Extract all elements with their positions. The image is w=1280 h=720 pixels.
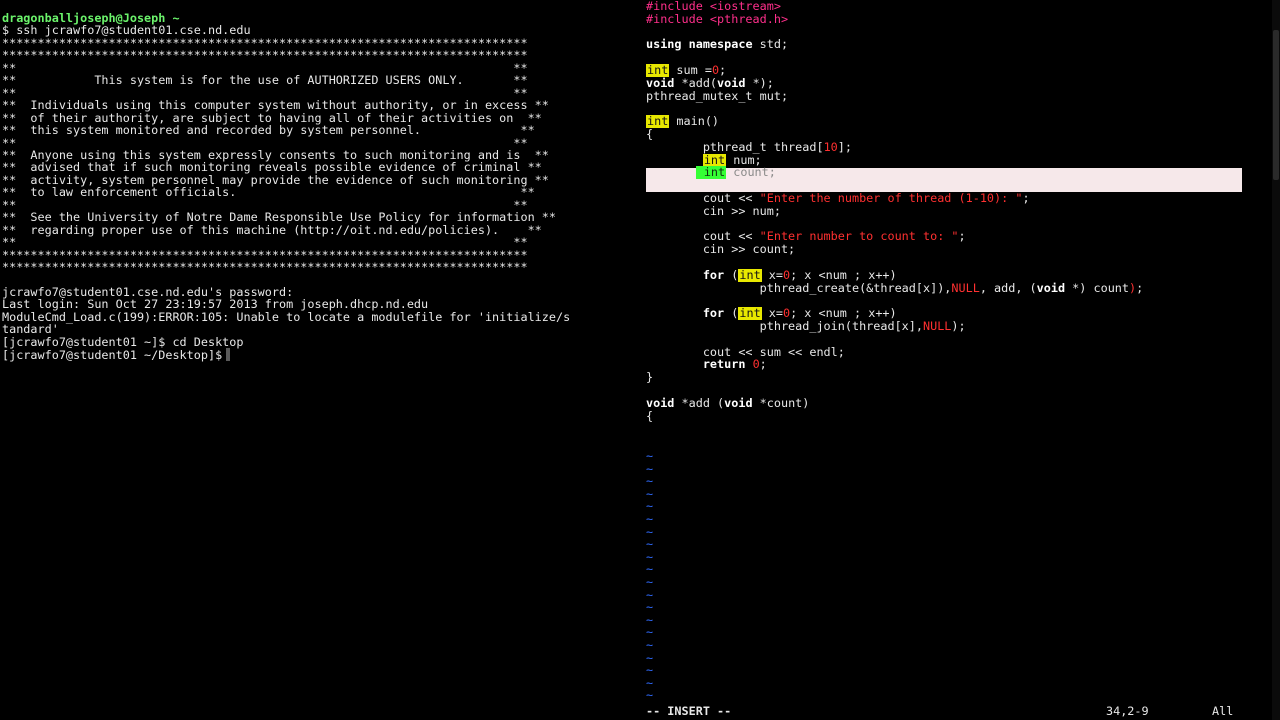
empty-buffer-tilde: ~ [646, 688, 654, 703]
code-token: ); [951, 319, 966, 333]
code-token: 0 [752, 357, 760, 372]
terminal-cursor [226, 348, 231, 362]
vim-statusbar: -- INSERT -- 34,2-9 All [646, 704, 1240, 720]
terminal-line: [jcrawfo7@student01 ~]$ cd Desktop [2, 334, 244, 349]
code-token: std; [752, 37, 789, 52]
code-line: pthread_join(thread[x],NULL); [646, 320, 966, 333]
code-line: using namespace std; [646, 38, 788, 51]
code-token: 10 [823, 139, 838, 154]
code-line: pthread_mutex_t mut; [646, 88, 789, 103]
code-token: pthread_create(&thread[x]), [646, 280, 952, 295]
code-line: int main() [646, 114, 720, 129]
code-token: int [695, 165, 727, 180]
code-token: #include <pthread.h> [646, 11, 789, 26]
code-line: pthread_create(&thread[x]),NULL, add, (v… [646, 280, 1144, 295]
code-token: count; [726, 165, 776, 180]
terminal-line: [jcrawfo7@student01 ~/Desktop]$ [2, 348, 231, 362]
vim-pane[interactable]: #include <iostream> #include <pthread.h> u… [640, 0, 1280, 720]
code-line: return 0; [646, 358, 767, 371]
code-line: int count; [646, 165, 776, 180]
code-line: void *add (void *count) [646, 395, 810, 410]
code-token: cin >> count; [646, 242, 796, 257]
code-token: return [702, 357, 746, 372]
vim-scroll-indicator: All [1212, 704, 1234, 718]
code-token: ; [1022, 191, 1030, 205]
code-token: ]; [837, 139, 852, 154]
code-token: pthread_join(thread[x], [646, 319, 923, 333]
terminal-line: ModuleCmd_Load.c(199):ERROR:105: Unable … [2, 309, 571, 324]
code-token: *add ( [674, 395, 725, 410]
code-line: } [646, 371, 653, 384]
code-token: } [646, 370, 654, 385]
code-token: { [646, 408, 654, 423]
code-token: ; [1136, 280, 1144, 295]
code-token: cin >> num; [646, 203, 781, 218]
code-token: ; [759, 357, 767, 372]
terminal-line: ****************************************… [2, 260, 528, 274]
code-line: { [646, 408, 654, 423]
code-token: "Enter the number of thread (1-10): " [759, 191, 1023, 205]
screen: dragonballjoseph@Joseph ~ $ ssh jcrawfo7@… [0, 0, 1280, 720]
code-line: #include <pthread.h> [646, 11, 789, 26]
code-token: NULL [951, 280, 980, 295]
scrollbar[interactable] [1272, 0, 1280, 720]
code-token: namespace [688, 37, 753, 52]
code-token: NULL [923, 319, 952, 333]
code-line: cin >> num; [646, 203, 781, 218]
terminal-pane[interactable]: dragonballjoseph@Joseph ~ $ ssh jcrawfo7@… [0, 0, 640, 720]
code-token: pthread_mutex_t mut; [646, 88, 789, 103]
vim-mode: -- INSERT -- [646, 704, 732, 718]
scrollbar-thumb[interactable] [1273, 30, 1279, 180]
code-line: cin >> count; [646, 243, 795, 256]
code-token: , add, ( [979, 280, 1037, 295]
code-token: *count) [752, 395, 810, 410]
code-token: *) count [1065, 280, 1129, 295]
code-token: void [1036, 280, 1066, 295]
code-token: main() [669, 114, 720, 129]
code-token: using [646, 37, 689, 52]
code-token: ; [958, 229, 966, 244]
vim-cursor-position: 34,2-9 [1106, 704, 1149, 718]
code-token: void [724, 395, 753, 410]
